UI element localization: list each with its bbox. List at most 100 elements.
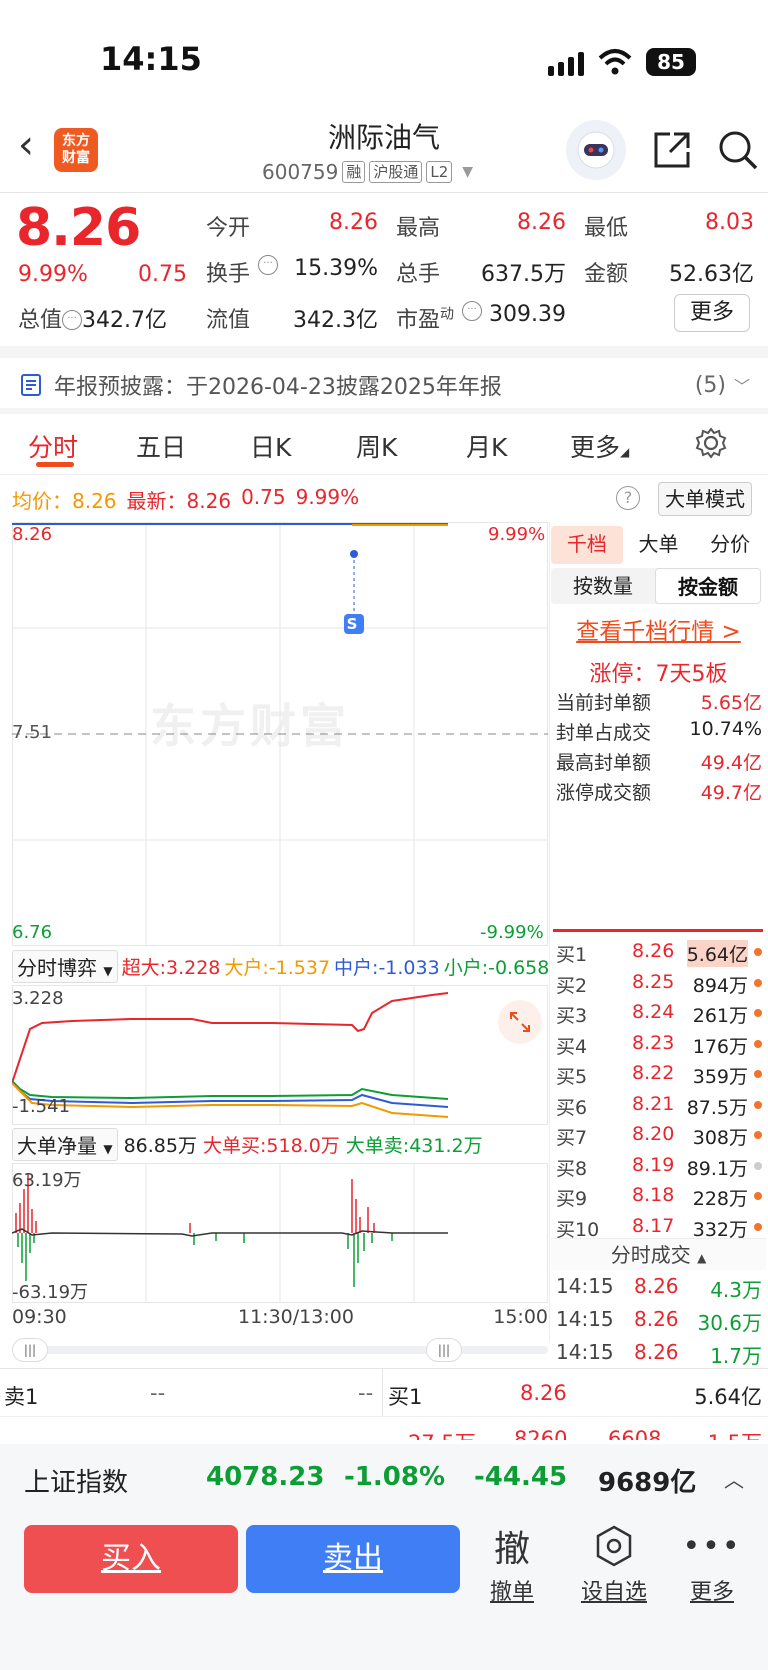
help-icon[interactable]: ?: [616, 486, 640, 510]
tab-five-day[interactable]: 五日: [136, 428, 186, 464]
s-marker-label[interactable]: S: [340, 615, 364, 633]
flow-indicator-select[interactable]: 分时博弈 ▼: [12, 950, 118, 983]
tab-thousand-levels[interactable]: 千档: [551, 526, 623, 564]
index-ticker[interactable]: 上证指数 4078.23 -1.08% -44.45 9689亿 ︿: [0, 1444, 768, 1512]
tab-weekly-k[interactable]: 周K: [356, 428, 397, 464]
bid-row[interactable]: 买8 8.19 89.1万: [556, 1154, 762, 1182]
tab-daily-k[interactable]: 日K: [250, 428, 291, 464]
bid-row[interactable]: 买6 8.21 87.5万: [556, 1093, 762, 1121]
y-label-low: 6.76: [12, 922, 53, 943]
bid-row[interactable]: 买5 8.22 359万: [556, 1062, 762, 1090]
slider-handle-left[interactable]: |||: [12, 1338, 48, 1362]
net-line: [12, 1228, 448, 1237]
add-watchlist-button[interactable]: 设自选: [574, 1520, 654, 1606]
buy-button[interactable]: 买入: [24, 1525, 238, 1593]
net-value: 86.85万: [123, 1135, 197, 1157]
stat-row: 最高封单额 49.4亿: [556, 752, 762, 774]
low-label: 最低: [584, 216, 629, 241]
y-label-mid: 7.51: [12, 722, 53, 743]
bid-volume: 228万: [692, 1188, 748, 1210]
net-indicator-select[interactable]: 大单净量 ▼: [12, 1128, 118, 1161]
info-icon[interactable]: ···: [62, 310, 83, 330]
bid-row[interactable]: 买4 8.23 176万: [556, 1032, 762, 1060]
buy1-price: 8.26: [520, 1381, 567, 1405]
dot-icon: [754, 1222, 762, 1231]
bid-label: 买5: [556, 1066, 588, 1088]
turnover-value: 15.39%: [294, 256, 378, 281]
tag-level2: L2: [426, 161, 453, 183]
flow-super: 超大:3.228: [121, 957, 221, 979]
dot-icon: [754, 1100, 762, 1109]
bid-volume: 89.1万: [686, 1157, 748, 1180]
chevron-up-icon[interactable]: ︿: [724, 1464, 744, 1493]
bid-volume: 308万: [692, 1127, 748, 1149]
low-value: 8.03: [705, 210, 754, 235]
total-value: 总值 ··· 342.7亿: [18, 302, 167, 334]
more-actions-button[interactable]: ••• 更多: [672, 1520, 752, 1606]
view-thousand-levels-link[interactable]: 查看千档行情 >: [551, 612, 766, 646]
share-icon[interactable]: [650, 128, 694, 172]
total-value-label: 总值: [18, 308, 63, 333]
search-icon[interactable]: [716, 128, 760, 172]
bid-row[interactable]: 买7 8.20 308万: [556, 1123, 762, 1151]
bid-row[interactable]: 买9 8.18 228万: [556, 1184, 762, 1212]
tab-monthly-k[interactable]: 月K: [466, 428, 507, 464]
pe-value: 309.39: [489, 302, 566, 327]
index-chg: -44.45: [474, 1462, 568, 1492]
cancel-order-button[interactable]: 撤 撤单: [472, 1520, 552, 1606]
tab-price-distribution[interactable]: 分价: [694, 526, 766, 564]
tab-by-quantity[interactable]: 按数量: [551, 568, 655, 604]
gear-icon[interactable]: [694, 426, 728, 460]
bid-label: 买8: [556, 1157, 588, 1180]
tab-big-orders[interactable]: 大单: [623, 526, 695, 564]
tab-by-amount[interactable]: 按金额: [655, 568, 761, 604]
slider-handle-right[interactable]: |||: [426, 1338, 462, 1362]
net-volume-chart[interactable]: [12, 1163, 548, 1303]
intraday-chart[interactable]: [12, 522, 548, 946]
bid-price: 8.21: [632, 1092, 675, 1115]
sell1-vol: --: [358, 1381, 374, 1405]
info-icon[interactable]: ···: [258, 255, 278, 275]
bid-volume: 261万: [692, 1005, 748, 1027]
bid-row[interactable]: 买2 8.25 894万: [556, 971, 762, 999]
tab-more[interactable]: 更多◢: [570, 428, 629, 464]
dot-icon: [754, 1192, 762, 1200]
bid-price: 8.19: [632, 1153, 675, 1176]
flow-super-line: [12, 992, 449, 1084]
chevron-down-icon: ▼: [462, 164, 474, 180]
assistant-avatar[interactable]: [566, 120, 626, 180]
flow-small-line: [12, 1080, 449, 1100]
latest-change: 0.75: [241, 485, 286, 509]
more-quote-button[interactable]: 更多: [674, 294, 750, 332]
flow-ymax: 3.228: [12, 988, 64, 1009]
index-pct: -1.08%: [344, 1462, 445, 1492]
dot-icon: [754, 1039, 762, 1048]
flow-mid-line: [12, 1081, 449, 1108]
bid-label: 买9: [556, 1188, 588, 1210]
big-order-mode-button[interactable]: 大单模式: [658, 482, 752, 516]
bid-row[interactable]: 买1 8.26 5.64亿: [556, 940, 762, 968]
stock-code-line[interactable]: 600759 融 沪股通 L2 ▼: [262, 160, 473, 184]
tab-intraday[interactable]: 分时: [28, 428, 78, 464]
dot-icon: [754, 948, 762, 956]
bid-row[interactable]: 买3 8.24 261万: [556, 1001, 762, 1029]
status-bar: 14:15 85: [0, 0, 768, 110]
annual-report-notice[interactable]: 年报预披露：于2026-04-23披露2025年年报 (5) ﹀: [20, 360, 750, 410]
net-indicator-bar: 大单净量 ▼ 86.85万 大单买:518.0万 大单卖:431.2万: [12, 1128, 483, 1161]
bid-price: 8.18: [632, 1184, 675, 1206]
bid-volume: 359万: [692, 1066, 748, 1088]
stat-row: 封单占成交 10.74%: [556, 718, 762, 744]
marker-dot: [350, 550, 358, 558]
bid-label: 买4: [556, 1035, 588, 1058]
bid-label: 买7: [556, 1127, 588, 1149]
pe-super: 动: [440, 306, 455, 323]
flow-chart[interactable]: [12, 985, 548, 1125]
volume-value: 637.5万: [481, 262, 566, 287]
bid-price: 8.17: [632, 1214, 675, 1237]
bid-volume: 5.64亿: [686, 940, 748, 967]
ticks-header[interactable]: 分时成交 ▲: [551, 1238, 766, 1270]
float-value-label: 流值: [206, 308, 251, 333]
expand-icon[interactable]: [498, 1000, 542, 1044]
sell-button[interactable]: 卖出: [246, 1525, 460, 1593]
time-range-slider[interactable]: ||| |||: [12, 1336, 548, 1364]
